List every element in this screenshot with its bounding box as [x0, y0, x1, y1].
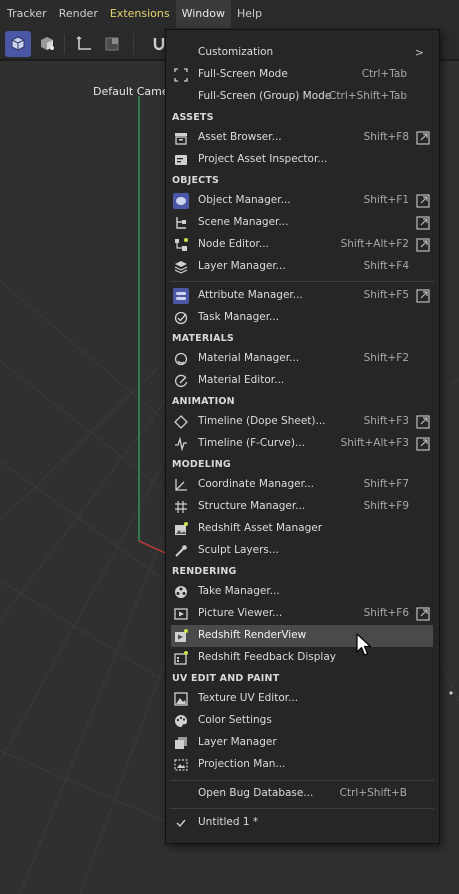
node-editor-icon	[173, 237, 189, 253]
popout-icon[interactable]	[416, 216, 430, 230]
take-manager-icon	[173, 584, 189, 600]
menu-item-asset-inspector[interactable]: Project Asset Inspector...	[167, 149, 438, 171]
menu-item-fullscreen[interactable]: Full-Screen Mode Ctrl+Tab	[167, 64, 438, 86]
menu-item-timeline-dope-sheet[interactable]: Timeline (Dope Sheet)... Shift+F3	[167, 411, 438, 433]
menu-item-open-bug-database[interactable]: Open Bug Database... Ctrl+Shift+B	[167, 783, 438, 805]
square-icon	[105, 37, 119, 51]
menu-help[interactable]: Help	[231, 0, 268, 28]
object-manager-icon	[173, 193, 189, 209]
asset-browser-icon	[173, 130, 189, 146]
layer-manager-icon	[173, 259, 189, 275]
menu-item-color-settings[interactable]: Color Settings	[167, 710, 438, 732]
menu-item-redshift-renderview[interactable]: Redshift RenderView	[171, 625, 433, 647]
menu-item-untitled-1[interactable]: Untitled 1 *	[167, 812, 438, 834]
menu-item-redshift-feedback-display[interactable]: Redshift Feedback Display	[167, 647, 438, 669]
material-manager-icon	[173, 351, 189, 367]
section-objects: OBJECTS	[172, 175, 220, 186]
structure-icon	[173, 499, 189, 515]
cube-icon	[11, 36, 25, 51]
section-animation: ANIMATION	[172, 396, 235, 407]
popout-icon[interactable]	[416, 194, 430, 208]
menu-item-fullscreen-group[interactable]: Full-Screen (Group) Mode Ctrl+Shift+Tab	[167, 86, 438, 108]
scene-manager-icon	[173, 215, 189, 231]
menu-item-attribute-manager[interactable]: Attribute Manager... Shift+F5	[167, 285, 438, 307]
projection-icon	[173, 757, 189, 773]
x-axis-line	[138, 540, 166, 554]
picture-viewer-icon	[173, 606, 189, 622]
camera-label: Default Camer	[93, 85, 174, 98]
menu-extensions[interactable]: Extensions	[104, 0, 176, 28]
menu-item-projection-man[interactable]: Projection Man...	[167, 754, 438, 776]
fcurve-icon	[173, 436, 189, 452]
checkmark-icon	[173, 815, 189, 831]
coordinate-icon	[173, 477, 189, 493]
menu-item-task-manager[interactable]: Task Manager...	[167, 307, 438, 329]
menu-item-coordinate-manager[interactable]: Coordinate Manager... Shift+F7	[167, 474, 438, 496]
menu-item-node-editor[interactable]: Node Editor... Shift+Alt+F2	[167, 234, 438, 256]
keyframe-icon	[173, 414, 189, 430]
texture-uv-icon	[173, 691, 189, 707]
axis-mode-button[interactable]	[71, 31, 97, 57]
menu-item-material-manager[interactable]: Material Manager... Shift+F2	[167, 348, 438, 370]
section-materials: MATERIALS	[172, 333, 234, 344]
menu-render[interactable]: Render	[53, 0, 104, 28]
task-manager-icon	[173, 310, 189, 326]
menu-item-sculpt-layers[interactable]: Sculpt Layers...	[167, 540, 438, 562]
attribute-manager-icon	[173, 288, 189, 304]
popout-icon[interactable]	[416, 607, 430, 621]
menu-item-timeline-fcurve[interactable]: Timeline (F-Curve)... Shift+Alt+F3	[167, 433, 438, 455]
fullscreen-icon	[173, 67, 189, 83]
renderview-icon	[173, 628, 189, 644]
menu-item-asset-browser[interactable]: Asset Browser... Shift+F8	[167, 127, 438, 149]
menu-item-structure-manager[interactable]: Structure Manager... Shift+F9	[167, 496, 438, 518]
palette-icon	[173, 713, 189, 729]
popout-icon[interactable]	[416, 437, 430, 451]
menu-item-take-manager[interactable]: Take Manager...	[167, 581, 438, 603]
menu-tracker[interactable]: Tracker	[0, 0, 53, 28]
section-modeling: MODELING	[172, 459, 231, 470]
cube-points-icon	[41, 37, 54, 50]
section-uv-edit-paint: UV EDIT AND PAINT	[172, 673, 280, 684]
feedback-display-icon	[173, 650, 189, 666]
mouse-cursor-icon	[356, 633, 372, 656]
sculpt-icon	[173, 543, 189, 559]
redshift-asset-icon	[173, 521, 189, 537]
material-editor-icon	[173, 373, 189, 389]
asset-inspector-icon	[173, 152, 189, 168]
menu-item-material-editor[interactable]: Material Editor...	[167, 370, 438, 392]
menu-item-uv-layer-manager[interactable]: Layer Manager	[167, 732, 438, 754]
object-mode-button[interactable]	[5, 31, 31, 57]
popout-icon[interactable]	[416, 238, 430, 252]
popout-icon[interactable]	[416, 415, 430, 429]
workplane-button[interactable]	[99, 31, 125, 57]
menu-bar: Tracker Render Extensions Window Help	[0, 0, 459, 28]
axis-icon	[76, 36, 91, 50]
section-assets: ASSETS	[172, 112, 214, 123]
window-menu: Customization > Full-Screen Mode Ctrl+Ta…	[165, 29, 440, 844]
chevron-right-icon: >	[414, 46, 424, 59]
popout-icon[interactable]	[416, 131, 430, 145]
model-mode-button[interactable]	[34, 31, 60, 57]
menu-item-layer-manager[interactable]: Layer Manager... Shift+F4	[167, 256, 438, 278]
menu-item-scene-manager[interactable]: Scene Manager...	[167, 212, 438, 234]
section-rendering: RENDERING	[172, 566, 237, 577]
popout-icon[interactable]	[416, 289, 430, 303]
menu-item-object-manager[interactable]: Object Manager... Shift+F1	[167, 190, 438, 212]
menu-item-texture-uv-editor[interactable]: Texture UV Editor...	[167, 688, 438, 710]
menu-item-customization[interactable]: Customization >	[167, 42, 438, 64]
menu-window[interactable]: Window	[175, 0, 231, 28]
menu-item-picture-viewer[interactable]: Picture Viewer... Shift+F6	[167, 603, 438, 625]
layers-icon	[173, 735, 189, 751]
menu-item-redshift-asset-manager[interactable]: Redshift Asset Manager	[167, 518, 438, 540]
